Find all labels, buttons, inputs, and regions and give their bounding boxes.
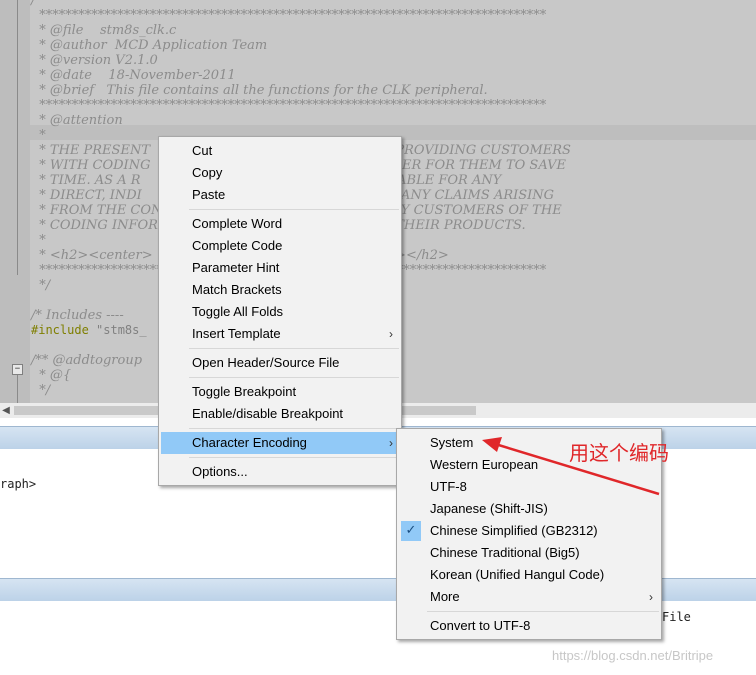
annotation-arrow (482, 437, 660, 496)
watermark: https://blog.csdn.net/Britripe (552, 648, 714, 663)
annotation-label: 用这个编码 (569, 441, 669, 465)
